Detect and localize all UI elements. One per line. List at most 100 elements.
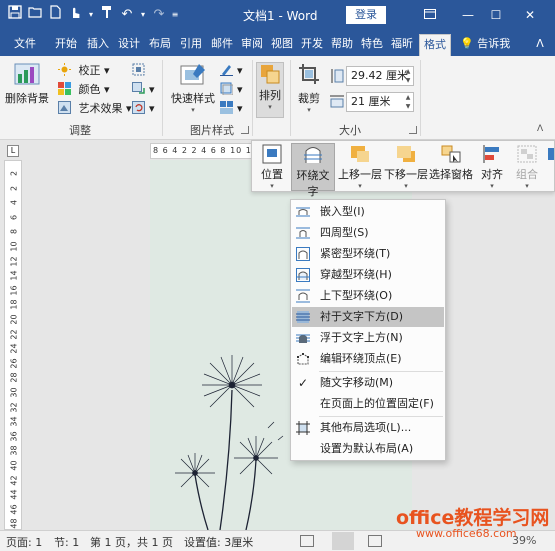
window-title: 文档1 - Word [243,9,318,23]
save-icon[interactable] [6,5,24,25]
reset-picture-icon[interactable]: ▾ [132,100,155,118]
width-value: 21 厘米 [351,95,391,108]
menu-item-more-layout-options[interactable]: 其他布局选项(L)... [292,418,444,438]
align-label: 对齐 [481,168,503,181]
undo-icon[interactable]: ↶ [118,5,136,25]
web-layout-icon[interactable] [368,535,382,547]
maximize-icon[interactable]: ☐ [486,5,506,25]
tab-references[interactable]: 引用 [177,34,205,56]
menu-item-behind-text[interactable]: 衬于文字下方(D) [292,307,444,327]
format-painter-icon[interactable] [98,5,116,25]
close-icon[interactable]: ✕ [520,5,540,25]
arrange-label: 排列 [259,89,281,102]
corrections-button[interactable]: 校正 ▾ [58,62,110,80]
redo-icon[interactable]: ↷ [150,5,168,25]
ruler-tick-label: 36 [9,431,19,442]
tab-insert[interactable]: 插入 [84,34,112,56]
tell-me-search[interactable]: 💡 告诉我 [460,34,520,56]
status-page-count[interactable]: 第 1 页，共 1 页 [90,534,173,550]
status-section[interactable]: 节: 1 [54,534,79,550]
tab-design[interactable]: 设计 [115,34,143,56]
tab-review[interactable]: 审阅 [238,34,266,56]
menu-item-top-bottom[interactable]: 上下型环绕(O) [292,286,444,306]
menu-item-edit-wrap-points[interactable]: 编辑环绕顶点(E) [292,349,444,369]
tab-developer[interactable]: 开发 [298,34,326,56]
picture-layout-icon[interactable]: ▾ [220,100,243,118]
artistic-effects-button[interactable]: 艺术效果 ▾ [58,100,132,118]
customize-qat-icon[interactable]: ≡ [170,5,180,25]
compress-pictures-icon[interactable] [132,62,149,80]
tab-home[interactable]: 开始 [52,34,80,56]
tab-mailings[interactable]: 邮件 [208,34,236,56]
menu-item-move-with-text[interactable]: ✓ 随文字移动(M) [292,373,444,393]
print-layout-icon[interactable] [332,532,354,550]
height-value: 29.42 厘米 [351,69,408,82]
chevron-down-icon[interactable]: ▾ [138,5,148,25]
arrange-icon [259,63,281,85]
tab-selector-icon[interactable]: L [7,145,19,157]
height-spinner[interactable]: 29.42 厘米 ▲ ▼ [346,66,414,86]
focus-mode-icon[interactable] [300,535,314,547]
wrap-text-label: 环绕文字 [296,169,330,198]
minimize-icon[interactable]: — [458,5,478,25]
dialog-launcher-icon[interactable] [241,126,249,134]
align-button[interactable]: 对齐 ▾ [476,143,508,191]
ruler-tick-label: 4 [9,200,19,206]
change-picture-icon[interactable]: ▾ [132,81,155,99]
ribbon-display-options-icon[interactable] [420,5,440,25]
menu-item-fix-position[interactable]: 在页面上的位置固定(F) [292,394,444,414]
tab-features[interactable]: 特色 [358,34,386,56]
spin-arrows-icon[interactable]: ▲ ▼ [403,67,413,85]
login-button[interactable]: 登录 [346,6,386,24]
arrange-button[interactable]: 排列 ▾ [256,62,284,118]
vertical-ruler[interactable]: 2 2 4 6 8 10 12 14 16 18 20 22 24 26 28 30 32 34 36 38 40 42 4… [4,160,22,530]
watermark-url: www.office68.com [416,527,517,540]
tab-foxit[interactable]: 福昕 [388,34,416,56]
tab-layout[interactable]: 布局 [146,34,174,56]
menu-item-set-default-layout[interactable]: 设置为默认布局(A) [292,439,444,459]
quick-styles-button[interactable]: 快速样式 ▾ [168,62,218,114]
selection-pane-button[interactable]: 选择窗格 [429,143,473,191]
menu-item-square[interactable]: 四周型(S) [292,223,444,243]
wrap-text-button[interactable]: 环绕文字▾ [291,143,335,207]
open-folder-icon[interactable] [26,5,44,25]
ribbon: 删除背景 校正 ▾ 颜色 ▾ 艺术效果 ▾ ▾ ▾ 调整 快速样式 ▾ ▾ ▾ ▾… [0,56,555,140]
touch-mode-icon[interactable] [66,5,84,25]
ruler-tick-label: 14 [9,270,19,281]
position-icon [261,144,283,164]
picture-effects-icon[interactable]: ▾ [220,81,243,99]
bring-forward-button[interactable]: 上移一层 ▾ [338,143,382,191]
tab-view[interactable]: 视图 [268,34,296,56]
menu-item-tight[interactable]: 紧密型环绕(T) [292,244,444,264]
group-button[interactable]: 组合 ▾ [510,143,544,191]
status-page[interactable]: 页面: 1 [6,534,42,550]
picture-border-icon[interactable]: ▾ [220,62,243,80]
new-document-icon[interactable] [46,5,64,25]
collapse-ribbon-icon[interactable]: ᐱ [532,34,548,56]
crop-button[interactable]: 裁剪 ▾ [294,62,324,114]
ruler-tick-label: 26 [9,358,19,369]
remove-background-button[interactable]: 删除背景 [4,62,50,106]
more-toolbar-button[interactable] [546,143,554,191]
color-button[interactable]: 颜色 ▾ [58,81,110,99]
menu-item-inline[interactable]: 嵌入型(I) [292,202,444,222]
group-icon [516,144,538,164]
tab-file[interactable]: 文件 [8,34,42,56]
dialog-launcher-icon[interactable] [409,126,417,134]
tab-format[interactable]: 格式 [419,34,451,56]
status-setting-value[interactable]: 设置值: 3厘米 [184,534,253,550]
width-spinner[interactable]: 21 厘米 ▲ ▼ [346,92,414,112]
send-backward-button[interactable]: 下移一层 ▾ [384,143,428,191]
collapse-ribbon-caret-icon[interactable]: ᐱ [537,124,543,134]
artistic-effects-icon [58,101,72,114]
position-button[interactable]: 位置 ▾ [255,143,289,191]
menu-item-in-front-text[interactable]: 浮于文字上方(N) [292,328,444,348]
tab-help[interactable]: 帮助 [328,34,356,56]
title-bar: ▾ ↶ ▾ ↷ ≡ 文档1 - Word 登录 — ☐ ✕ [0,0,555,30]
chevron-down-icon[interactable]: ▾ [86,5,96,25]
selection-pane-label: 选择窗格 [429,168,473,181]
bring-forward-icon [349,144,371,164]
spin-arrows-icon[interactable]: ▲ ▼ [403,93,413,111]
menu-item-through[interactable]: 穿越型环绕(H) [292,265,444,285]
artistic-effects-label: 艺术效果 [78,102,123,115]
